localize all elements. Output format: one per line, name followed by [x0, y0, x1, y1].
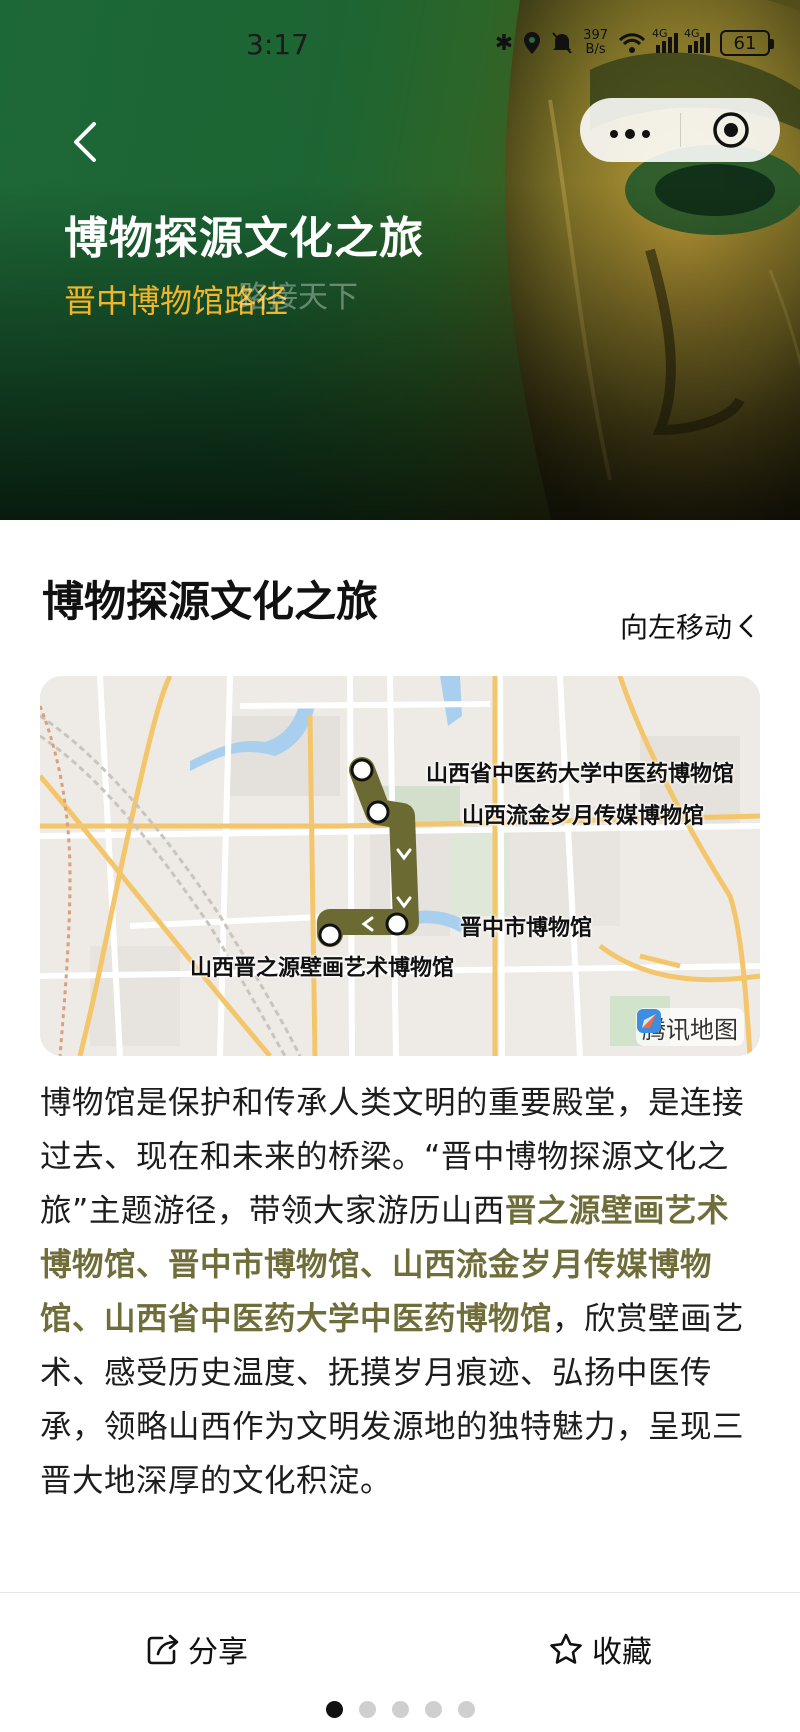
page-dot[interactable] [457, 1701, 475, 1718]
route-map[interactable]: 山西省中医药大学中医药博物馆 山西流金岁月传媒博物馆 晋中市博物馆 山西晋之源壁… [40, 676, 760, 1056]
signal-label-2: 4G [684, 27, 700, 40]
location-icon [524, 32, 541, 54]
chevron-left-icon [739, 614, 753, 638]
bottom-action-bar: 分享 收藏 [0, 1592, 800, 1732]
map-canvas [40, 676, 760, 1056]
chevron-left-icon [74, 122, 96, 162]
section-title: 博物探源文化之旅 [42, 577, 379, 626]
hero-title: 博物探源文化之旅 [64, 213, 424, 264]
page-dot[interactable] [358, 1701, 376, 1718]
status-time: 3:17 [246, 28, 309, 61]
favorite-label: 收藏 [592, 1635, 652, 1670]
signal-2: 4G [684, 27, 710, 53]
mute-bell-icon [552, 32, 572, 54]
map-label-stop-4: 山西晋之源壁画艺术博物馆 [190, 956, 455, 981]
status-bar: 3:17 ✱ 397 B/s 4G 4G 61 [0, 22, 800, 62]
battery-indicator: 61 [720, 30, 774, 56]
hero-banner: 3:17 ✱ 397 B/s 4G 4G 61 博物探源文化之旅 晋中博物馆路径… [0, 0, 800, 520]
close-miniprogram-button[interactable] [681, 111, 780, 149]
target-icon [712, 112, 749, 148]
stop-marker-3[interactable] [385, 912, 409, 936]
wifi-icon [618, 33, 646, 53]
page-dot[interactable] [391, 1701, 409, 1718]
page-indicator [0, 1701, 800, 1718]
share-label: 分享 [188, 1635, 248, 1670]
hero-background-text: 路接天下 [238, 280, 358, 315]
map-label-stop-3: 晋中市博物馆 [460, 916, 593, 941]
more-dots-icon [610, 128, 650, 139]
net-speed-value: 397 [583, 28, 608, 43]
description-paragraph: 博物馆是保护和传承人类文明的重要殿堂，是连接过去、现在和未来的桥梁。“晋中博物探… [40, 1076, 760, 1508]
net-speed-unit: B/s [585, 42, 606, 57]
more-button[interactable] [580, 113, 680, 148]
map-label-stop-1: 山西省中医药大学中医药博物馆 [426, 762, 735, 787]
map-label-stop-2: 山西流金岁月传媒博物馆 [462, 804, 705, 829]
network-speed: 397 B/s [583, 29, 608, 57]
favorite-button[interactable]: 收藏 [548, 1627, 652, 1671]
signal-1: 4G [652, 27, 678, 53]
stop-marker-2[interactable] [366, 800, 390, 824]
move-left-hint[interactable]: 向左移动 [620, 606, 754, 646]
share-icon [147, 1634, 179, 1665]
stop-marker-4[interactable] [318, 923, 342, 947]
signal-label-1: 4G [652, 27, 668, 40]
status-icons: ✱ 397 B/s 4G 4G 61 [494, 26, 774, 60]
share-button[interactable]: 分享 [146, 1627, 248, 1671]
map-provider-logo: 腾讯地图 [636, 1008, 744, 1046]
bluetooth-icon: ✱ [494, 30, 514, 56]
tencent-map-icon [637, 1009, 661, 1033]
move-left-label: 向左移动 [619, 611, 732, 644]
back-button[interactable] [70, 120, 114, 172]
star-icon [550, 1633, 582, 1664]
page-dot[interactable] [424, 1701, 442, 1718]
miniprogram-capsule [580, 98, 780, 162]
stop-marker-1[interactable] [350, 758, 374, 782]
page-dot[interactable] [325, 1701, 343, 1718]
